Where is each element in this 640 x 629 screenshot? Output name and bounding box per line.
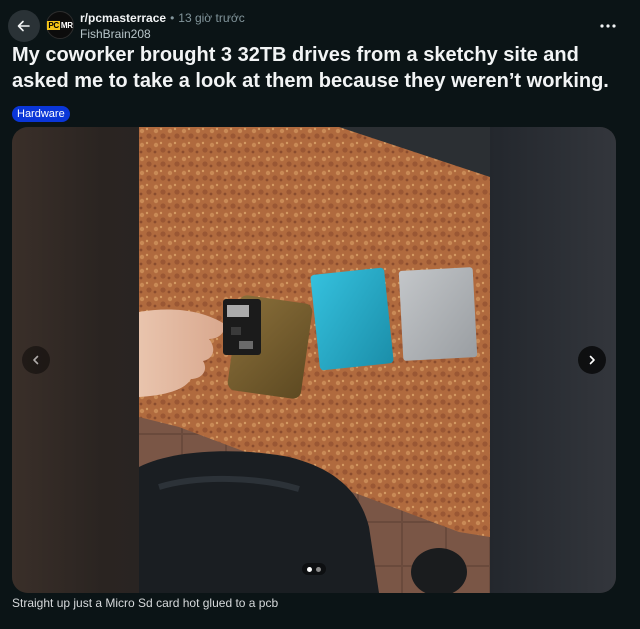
- post-time: 13 giờ trước: [178, 11, 245, 25]
- gallery-prev-button[interactable]: [22, 346, 50, 374]
- gallery-caption: Straight up just a Micro Sd card hot glu…: [12, 596, 279, 610]
- pagination-dot-active[interactable]: [307, 566, 312, 572]
- subreddit-link[interactable]: r/pcmasterrace: [80, 10, 166, 26]
- meta-separator: •: [170, 11, 175, 25]
- chevron-right-icon: [589, 355, 595, 365]
- pagination-dot[interactable]: [316, 566, 321, 572]
- gallery-pagination: [302, 563, 326, 575]
- back-button[interactable]: [8, 10, 40, 42]
- post-flair[interactable]: Hardware: [12, 106, 70, 122]
- image-gallery[interactable]: [12, 127, 616, 593]
- drives-photo: [139, 127, 490, 593]
- avatar-logo-pc: PC: [47, 20, 60, 30]
- more-options-button[interactable]: [594, 12, 622, 40]
- arrow-left-icon: [17, 20, 30, 32]
- ellipsis-icon: [600, 24, 616, 28]
- gallery-next-button[interactable]: [578, 346, 606, 374]
- subreddit-avatar[interactable]: PC MR: [46, 11, 74, 39]
- chevron-left-icon: [33, 355, 39, 365]
- avatar-logo-mr: MR: [60, 20, 73, 30]
- post-meta: r/pcmasterrace • 13 giờ trước FishBrain2…: [80, 10, 245, 42]
- post-title: My coworker brought 3 32TB drives from a…: [12, 44, 609, 92]
- author-link[interactable]: FishBrain208: [80, 26, 245, 42]
- gallery-image[interactable]: [139, 127, 490, 593]
